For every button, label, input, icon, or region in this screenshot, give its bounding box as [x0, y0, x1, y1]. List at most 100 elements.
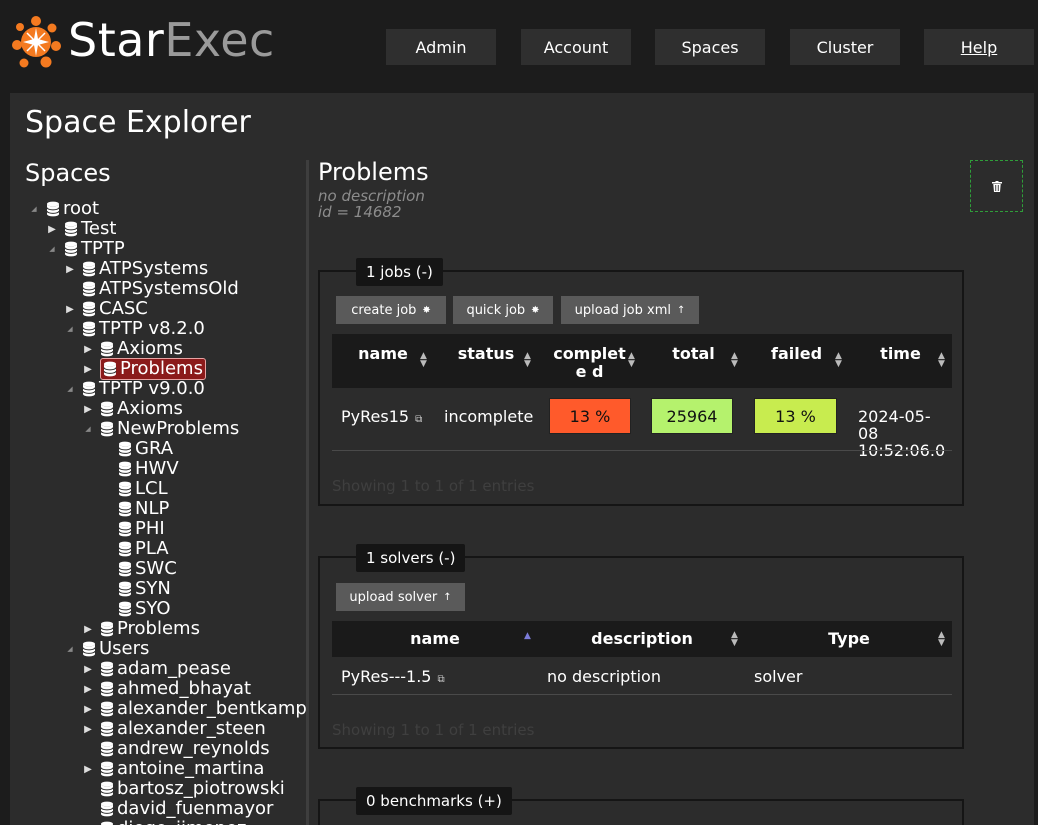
collapse-arrow-icon[interactable]: ◢: [64, 645, 76, 653]
tree-node[interactable]: ▶ alexander_bentkamp: [82, 699, 306, 719]
tree-node-content[interactable]: root: [46, 199, 99, 219]
tree-node[interactable]: HWV: [100, 459, 179, 479]
tree-node-content[interactable]: TPTP: [64, 239, 125, 259]
tree-node[interactable]: PLA: [100, 539, 169, 559]
tree-node[interactable]: SYN: [100, 579, 171, 599]
tree-node-content[interactable]: david_fuenmayor: [100, 799, 273, 819]
tree-node-content[interactable]: Problems: [100, 619, 200, 639]
tree-node-content[interactable]: Test: [64, 219, 116, 239]
tree-node[interactable]: diego_jimenez: [82, 819, 246, 825]
expand-arrow-icon[interactable]: ▶: [82, 664, 94, 675]
tree-node[interactable]: ▶ adam_pease: [82, 659, 231, 679]
starexec-logo[interactable]: StarExec: [12, 8, 275, 72]
tree-node-content[interactable]: alexander_bentkamp: [100, 699, 306, 719]
collapse-arrow-icon[interactable]: ◢: [28, 205, 40, 213]
expand-arrow-icon[interactable]: ▶: [82, 764, 94, 775]
tree-node-content[interactable]: bartosz_piotrowski: [100, 779, 285, 799]
tree-node-content[interactable]: alexander_steen: [100, 719, 266, 739]
tree-node[interactable]: SYO: [100, 599, 171, 619]
collapse-arrow-icon[interactable]: ◢: [64, 385, 76, 393]
tree-node[interactable]: ▶ Axioms: [82, 399, 183, 419]
tree-node-content[interactable]: NLP: [118, 499, 169, 519]
tree-node[interactable]: ▶ alexander_steen: [82, 719, 266, 739]
tree-node[interactable]: ◢ TPTP v9.0.0: [64, 379, 205, 399]
col-time-header[interactable]: time: [849, 345, 952, 363]
expand-arrow-icon[interactable]: ▶: [82, 624, 94, 635]
collapse-arrow-icon[interactable]: ◢: [82, 425, 94, 433]
tree-node-content[interactable]: Axioms: [100, 399, 183, 419]
nav-cluster-button[interactable]: Cluster: [790, 29, 900, 65]
selected-space-highlight[interactable]: Problems: [100, 358, 206, 380]
tree-node[interactable]: ◢ TPTP: [46, 239, 125, 259]
tree-node-content[interactable]: Axioms: [100, 339, 183, 359]
col-description-header[interactable]: description: [539, 630, 745, 648]
tree-node-content[interactable]: TPTP v8.2.0: [82, 319, 205, 339]
tree-node[interactable]: ▶ Test: [46, 219, 116, 239]
quick-job-button[interactable]: quick job ✸: [453, 296, 553, 324]
tree-node-content[interactable]: GRA: [118, 439, 173, 459]
tree-node[interactable]: ▶ Problems: [82, 358, 206, 380]
tree-node-content[interactable]: NewProblems: [100, 419, 239, 439]
job-name-link[interactable]: PyRes15 ⧉: [341, 408, 422, 428]
jobs-legend-toggle[interactable]: 1 jobs (-): [356, 258, 443, 286]
tree-node[interactable]: ▶ ATPSystems: [64, 259, 208, 279]
expand-arrow-icon[interactable]: ▶: [82, 724, 94, 735]
col-solver-name-header[interactable]: name: [332, 630, 538, 648]
tree-node-content[interactable]: diego_jimenez: [100, 819, 246, 825]
pane-divider[interactable]: [306, 160, 309, 825]
tree-node[interactable]: NLP: [100, 499, 169, 519]
tree-node-content[interactable]: SWC: [118, 559, 177, 579]
nav-admin-button[interactable]: Admin: [386, 29, 496, 65]
tree-node-content[interactable]: andrew_reynolds: [100, 739, 270, 759]
tree-node-content[interactable]: PHI: [118, 519, 165, 539]
col-total-header[interactable]: total: [642, 345, 745, 363]
upload-solver-button[interactable]: upload solver ↑: [336, 583, 465, 611]
expand-arrow-icon[interactable]: ▶: [82, 684, 94, 695]
tree-node[interactable]: ▶ Problems: [82, 619, 200, 639]
nav-account-button[interactable]: Account: [521, 29, 631, 65]
tree-node[interactable]: ◢ root: [28, 199, 99, 219]
solvers-legend-toggle[interactable]: 1 solvers (-): [356, 544, 466, 572]
tree-node[interactable]: PHI: [100, 519, 165, 539]
tree-node-content[interactable]: PLA: [118, 539, 169, 559]
tree-node[interactable]: ATPSystemsOld: [64, 279, 239, 299]
expand-arrow-icon[interactable]: ▶: [82, 344, 94, 355]
tree-node[interactable]: andrew_reynolds: [82, 739, 270, 759]
tree-node[interactable]: ◢ NewProblems: [82, 419, 239, 439]
expand-arrow-icon[interactable]: ▶: [64, 304, 76, 315]
tree-node[interactable]: ▶ antoine_martina: [82, 759, 264, 779]
tree-node-content[interactable]: ATPSystems: [82, 259, 208, 279]
delete-space-button[interactable]: [970, 160, 1023, 212]
collapse-arrow-icon[interactable]: ◢: [64, 325, 76, 333]
nav-help-link[interactable]: Help: [924, 29, 1034, 65]
tree-node-content[interactable]: ATPSystemsOld: [82, 279, 239, 299]
create-job-button[interactable]: create job ✸: [336, 296, 446, 324]
nav-spaces-button[interactable]: Spaces: [655, 29, 765, 65]
col-failed-header[interactable]: failed: [745, 345, 848, 363]
tree-node-content[interactable]: LCL: [118, 479, 168, 499]
tree-node-content[interactable]: TPTP v9.0.0: [82, 379, 205, 399]
tree-node-content[interactable]: SYN: [118, 579, 171, 599]
tree-node[interactable]: david_fuenmayor: [82, 799, 273, 819]
expand-arrow-icon[interactable]: ▶: [82, 364, 94, 375]
tree-node-content[interactable]: ahmed_bhayat: [100, 679, 251, 699]
benchmarks-legend-toggle[interactable]: 0 benchmarks (+): [356, 787, 512, 815]
tree-node[interactable]: SWC: [100, 559, 177, 579]
tree-node[interactable]: bartosz_piotrowski: [82, 779, 285, 799]
tree-node[interactable]: ▶ CASC: [64, 299, 148, 319]
tree-node-content[interactable]: antoine_martina: [100, 759, 264, 779]
tree-node-content[interactable]: CASC: [82, 299, 148, 319]
expand-arrow-icon[interactable]: ▶: [64, 264, 76, 275]
tree-node-content[interactable]: adam_pease: [100, 659, 231, 679]
tree-node[interactable]: ◢ Users: [64, 639, 149, 659]
upload-job-xml-button[interactable]: upload job xml ↑: [561, 296, 699, 324]
tree-node-content[interactable]: HWV: [118, 459, 179, 479]
col-type-header[interactable]: Type: [746, 630, 952, 648]
expand-arrow-icon[interactable]: ▶: [82, 704, 94, 715]
col-status-header[interactable]: status: [435, 345, 537, 363]
expand-arrow-icon[interactable]: ▶: [46, 224, 58, 235]
tree-node[interactable]: ▶ Axioms: [82, 339, 183, 359]
tree-node-content[interactable]: Users: [82, 639, 149, 659]
expand-arrow-icon[interactable]: ▶: [82, 404, 94, 415]
col-name-header[interactable]: name: [332, 345, 434, 363]
